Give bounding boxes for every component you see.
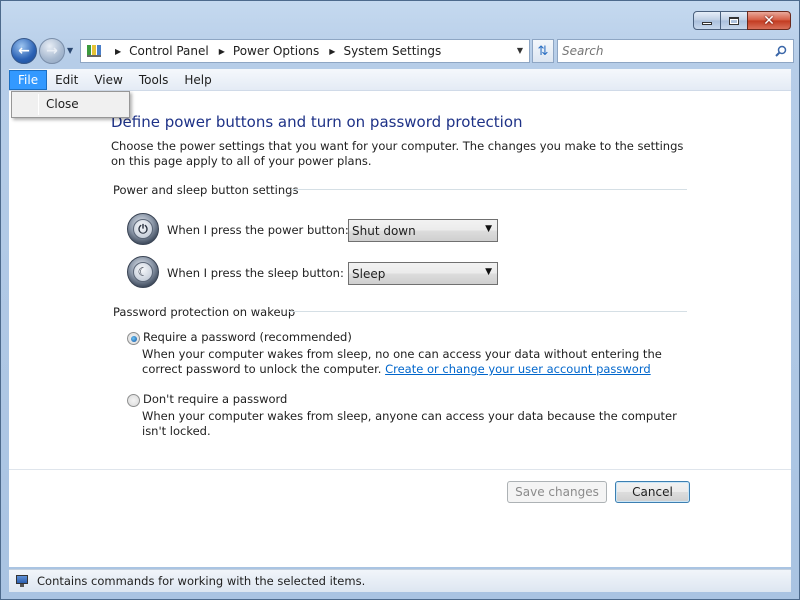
sleep-button-value: Sleep: [352, 266, 386, 281]
chevron-right-icon[interactable]: ▶: [329, 47, 335, 56]
close-button[interactable]: ✕: [747, 11, 791, 30]
menu-close-item[interactable]: Close: [46, 97, 79, 111]
chevron-right-icon[interactable]: ▶: [115, 47, 121, 56]
power-button-select[interactable]: Shut down ▼: [348, 219, 498, 242]
group-divider: [289, 311, 687, 312]
breadcrumb-control-panel[interactable]: Control Panel: [129, 44, 209, 58]
status-text: Contains commands for working with the s…: [37, 574, 366, 588]
refresh-button[interactable]: ⇅: [532, 39, 554, 63]
caption-buttons: ✕: [693, 11, 791, 30]
chevron-right-icon[interactable]: ▶: [219, 47, 225, 56]
sleep-button-label: When I press the sleep button:: [167, 266, 344, 280]
chevron-down-icon: ▼: [485, 224, 492, 234]
refresh-icon: ⇅: [537, 43, 549, 59]
maximize-icon: [729, 16, 739, 25]
file-menu-dropdown: Close: [11, 91, 130, 118]
search-box[interactable]: [557, 39, 794, 63]
power-icon: ⏻: [138, 221, 148, 236]
minimize-button[interactable]: [693, 11, 721, 30]
change-password-link[interactable]: Create or change your user account passw…: [385, 362, 651, 376]
search-icon[interactable]: [775, 45, 787, 57]
require-password-description: When your computer wakes from sleep, no …: [142, 347, 662, 376]
status-bar: Contains commands for working with the s…: [9, 569, 791, 592]
page-title: Define power buttons and turn on passwor…: [111, 113, 523, 131]
search-input[interactable]: [562, 41, 762, 61]
menu-view[interactable]: View: [86, 70, 130, 90]
chevron-down-icon: ▼: [485, 267, 492, 277]
menu-file[interactable]: File: [9, 69, 48, 90]
sleep-button-select[interactable]: Sleep ▼: [348, 262, 498, 285]
footer-divider: [9, 469, 791, 470]
menu-tools[interactable]: Tools: [131, 70, 177, 90]
address-bar[interactable]: ▶ Control Panel ▶ Power Options ▶ System…: [80, 39, 530, 63]
address-dropdown-icon[interactable]: ▼: [517, 46, 523, 55]
content-pane: Define power buttons and turn on passwor…: [9, 91, 791, 567]
password-group-title: Password protection on wakeup: [113, 305, 296, 319]
menu-edit[interactable]: Edit: [47, 70, 86, 90]
arrow-right-icon: →: [46, 43, 58, 59]
power-buttons-group-title: Power and sleep button settings: [113, 183, 299, 197]
arrow-left-icon: ←: [18, 43, 30, 59]
forward-button[interactable]: →: [39, 38, 65, 64]
menu-bar: File Edit View Tools Help: [9, 69, 791, 91]
require-password-radio[interactable]: [127, 332, 140, 345]
require-password-label[interactable]: Require a password (recommended): [143, 330, 352, 344]
breadcrumb-power-options[interactable]: Power Options: [233, 44, 319, 58]
control-panel-icon: [85, 42, 105, 60]
save-changes-button[interactable]: Save changes: [507, 481, 607, 503]
back-button[interactable]: ←: [11, 38, 37, 64]
no-password-radio[interactable]: [127, 394, 140, 407]
minimize-icon: [702, 22, 712, 25]
navigation-bar: ← → ▼ ▶ Control Panel ▶ Power Options ▶ …: [9, 38, 794, 64]
power-button-icon: ⏻: [127, 213, 159, 245]
moon-icon: ☾: [137, 265, 149, 279]
power-button-label: When I press the power button:: [167, 223, 349, 237]
page-description: Choose the power settings that you want …: [111, 139, 684, 168]
sleep-button-icon: ☾: [127, 256, 159, 288]
menu-help[interactable]: Help: [176, 70, 219, 90]
power-button-value: Shut down: [352, 223, 416, 238]
breadcrumb: ▶ Control Panel ▶ Power Options ▶ System…: [105, 44, 441, 58]
breadcrumb-system-settings[interactable]: System Settings: [343, 44, 441, 58]
maximize-button[interactable]: [720, 11, 748, 30]
window: ✕ ← → ▼ ▶ Control Panel ▶ Power Options …: [0, 0, 800, 600]
chevron-down-icon: ▼: [67, 46, 74, 55]
no-password-description: When your computer wakes from sleep, any…: [142, 409, 677, 438]
no-password-label[interactable]: Don't require a password: [143, 392, 287, 406]
recent-pages-button[interactable]: ▼: [67, 46, 77, 56]
close-icon: ✕: [763, 12, 775, 29]
cancel-button[interactable]: Cancel: [615, 481, 690, 503]
computer-icon: [15, 574, 31, 588]
group-divider: [291, 189, 687, 190]
